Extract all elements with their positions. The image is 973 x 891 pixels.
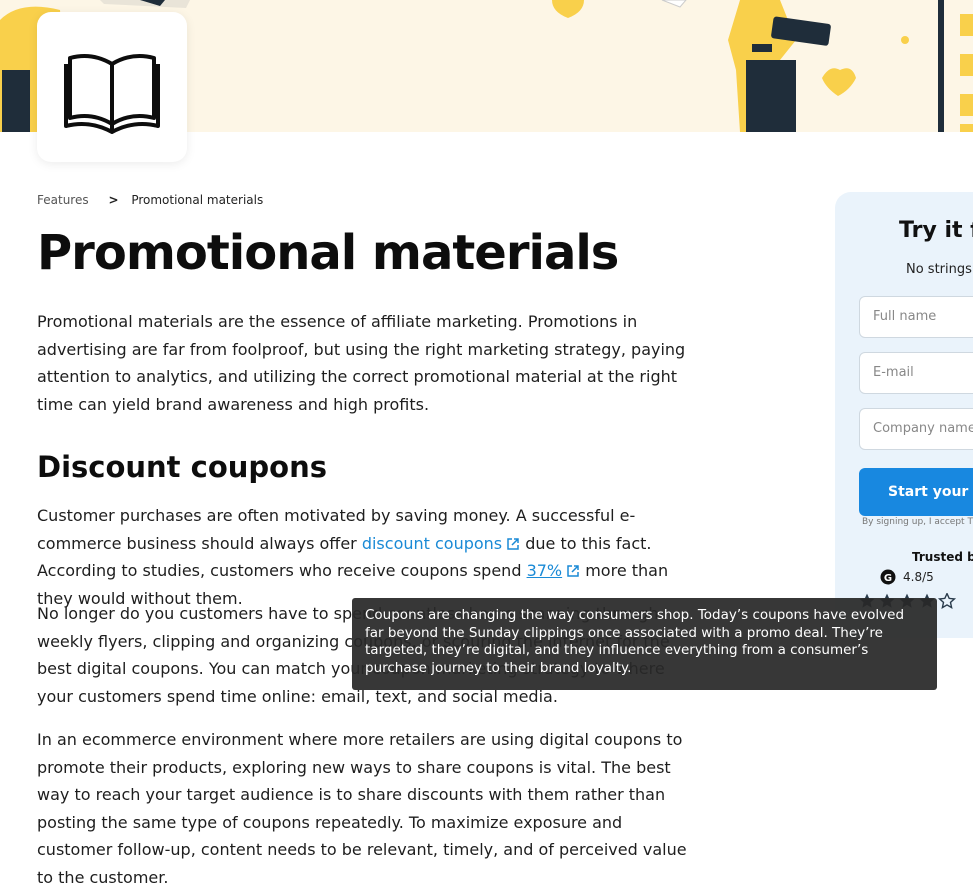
page-title: Promotional materials	[37, 225, 619, 281]
company-name-input[interactable]: Company name	[859, 408, 973, 450]
breadcrumb-separator: >	[108, 193, 119, 207]
discount-coupons-link[interactable]: discount coupons	[362, 534, 520, 553]
g2-logo-icon: G	[880, 569, 896, 585]
coupons-tooltip: Coupons are changing the way consumers s…	[352, 598, 937, 690]
section-heading: Discount coupons	[37, 450, 327, 484]
external-link-icon	[507, 537, 519, 550]
start-trial-button[interactable]: Start your fr	[859, 468, 973, 516]
percent-37-link[interactable]: 37%	[527, 561, 563, 580]
signup-panel: Try it fo No strings Full name E-mail Co…	[835, 192, 973, 638]
open-book-icon	[64, 54, 160, 134]
star-icon	[938, 593, 956, 609]
breadcrumb: Features > Promotional materials	[37, 192, 263, 208]
full-name-input[interactable]: Full name	[859, 296, 973, 338]
svg-text:G: G	[884, 573, 892, 584]
signup-legal-text: By signing up, I accept T	[862, 517, 973, 527]
coupons-paragraph-1: Customer purchases are often motivated b…	[37, 502, 697, 612]
breadcrumb-features-link[interactable]: Features	[37, 193, 89, 207]
signup-title: Try it fo	[899, 218, 973, 243]
breadcrumb-current: Promotional materials	[131, 193, 264, 207]
feature-icon-card	[37, 12, 187, 162]
coupons-paragraph-3: In an ecommerce environment where more r…	[37, 730, 687, 887]
intro-paragraph: Promotional materials are the essence of…	[37, 312, 686, 414]
signup-subtitle: No strings	[906, 262, 972, 277]
email-input[interactable]: E-mail	[859, 352, 973, 394]
rating-value: 4.8/5	[903, 570, 934, 584]
external-link-icon	[567, 565, 579, 577]
percent-37-link-text: 37%	[526, 561, 563, 580]
trusted-by-label: Trusted by	[912, 550, 973, 564]
discount-coupons-link-text: discount coupons	[361, 533, 503, 553]
